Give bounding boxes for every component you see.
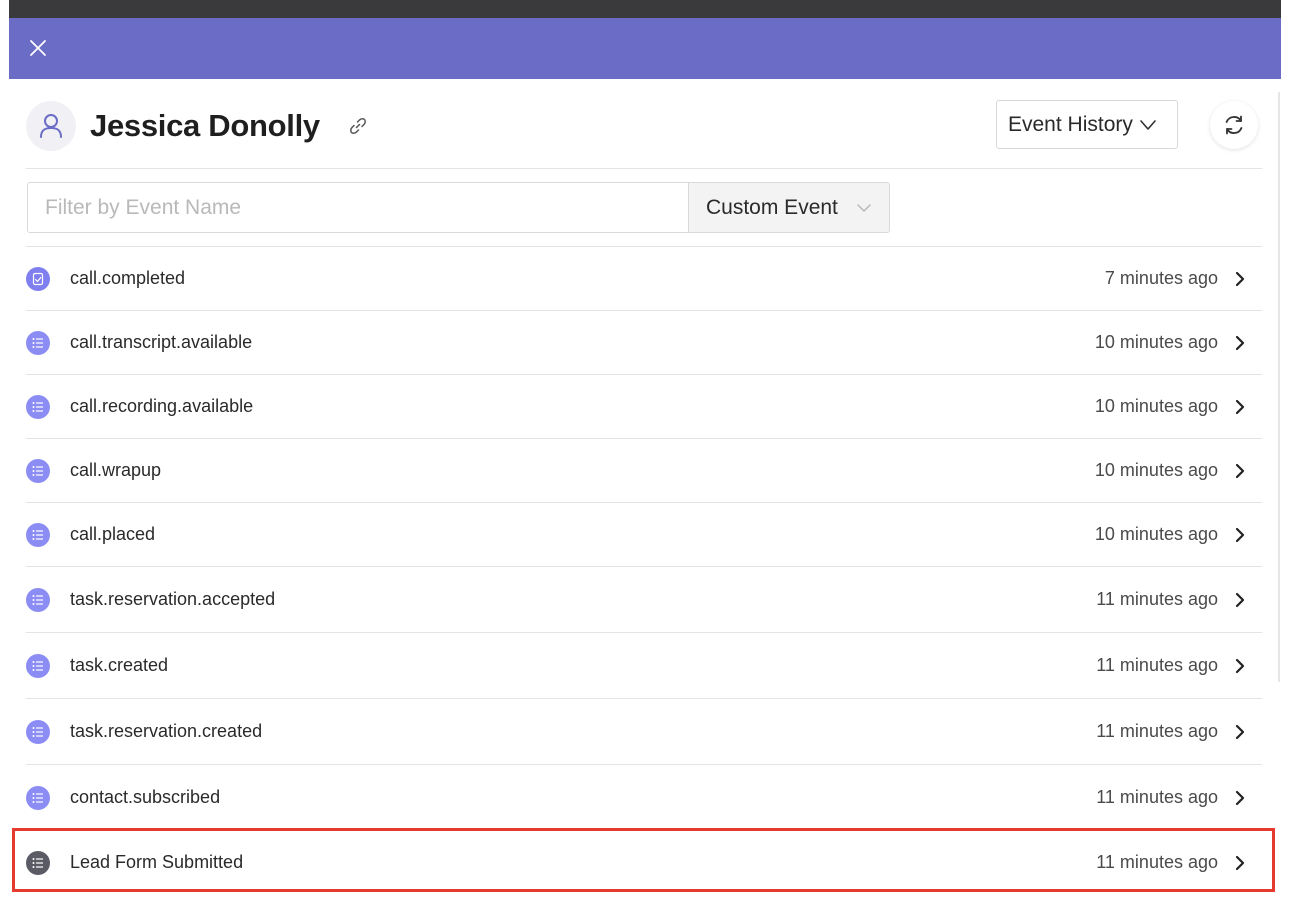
view-selector-dropdown[interactable]: Event History [996,100,1178,149]
event-row[interactable]: task.created 11 minutes ago [26,632,1262,698]
list-icon [26,719,50,744]
event-name: Lead Form Submitted [70,852,244,872]
event-row[interactable]: Lead Form Submitted 11 minutes ago [26,830,1262,894]
close-icon [30,40,46,56]
chevron-right-icon[interactable] [1234,463,1248,479]
event-list: call.completed 7 minutes ago call.transcri… [26,246,1262,894]
event-name: call.recording.available [70,396,254,416]
panel-header-bar [9,18,1281,79]
list-icon [26,785,50,810]
list-icon [26,522,50,547]
list-icon [26,394,50,419]
chevron-down-icon [856,203,872,213]
scrollbar-track[interactable] [1278,92,1280,682]
event-time: 11 minutes ago [1096,589,1218,609]
close-button[interactable] [27,37,49,59]
event-name: call.completed [70,268,186,288]
chevron-right-icon[interactable] [1234,399,1248,415]
event-time: 11 minutes ago [1096,787,1218,807]
event-name: call.wrapup [70,460,162,480]
view-selector-label: Event History [1008,112,1133,136]
contact-profile: Jessica Donolly [26,100,370,152]
chevron-right-icon[interactable] [1234,592,1248,608]
event-row[interactable]: contact.subscribed 11 minutes ago [26,764,1262,830]
list-icon [26,653,50,678]
event-row[interactable]: task.reservation.created 11 minutes ago [26,698,1262,764]
contact-name: Jessica Donolly [90,108,320,143]
link-icon [349,118,366,134]
user-icon [40,114,62,138]
copy-link-button[interactable] [346,114,370,138]
event-name: call.placed [70,524,156,544]
refresh-button[interactable] [1210,101,1258,149]
event-time: 10 minutes ago [1094,396,1218,416]
event-name: task.reservation.created [70,721,263,741]
chevron-right-icon[interactable] [1234,658,1248,674]
event-type-dropdown[interactable]: Custom Event [688,183,889,232]
event-time: 10 minutes ago [1094,524,1218,544]
chevron-right-icon[interactable] [1234,724,1248,740]
event-row[interactable]: call.recording.available 10 minutes ago [26,374,1262,438]
chevron-down-icon [1139,119,1157,131]
event-name: call.transcript.available [70,332,253,352]
event-time: 10 minutes ago [1094,332,1218,352]
event-history-panel: Jessica Donolly Event History Cus [0,0,1290,904]
call-completed-icon [26,266,50,291]
event-time: 11 minutes ago [1096,655,1218,675]
chevron-right-icon[interactable] [1234,527,1248,543]
event-time: 7 minutes ago [1104,268,1218,288]
event-name: task.reservation.accepted [70,589,276,609]
event-row[interactable]: call.wrapup 10 minutes ago [26,438,1262,502]
event-name: task.created [70,655,169,675]
event-type-label: Custom Event [706,195,838,219]
event-row[interactable]: call.completed 7 minutes ago [26,246,1262,310]
list-icon [26,850,50,875]
refresh-icon [1225,115,1243,135]
event-time: 11 minutes ago [1096,721,1218,741]
event-name-filter-input[interactable] [28,183,688,232]
list-icon [26,587,50,612]
event-time: 11 minutes ago [1096,852,1218,872]
event-time: 10 minutes ago [1094,460,1218,480]
chevron-right-icon[interactable] [1234,790,1248,806]
list-icon [26,330,50,355]
header-divider [26,168,1262,169]
event-row[interactable]: call.placed 10 minutes ago [26,502,1262,566]
event-row[interactable]: call.transcript.available 10 minutes ago [26,310,1262,374]
event-row[interactable]: task.reservation.accepted 11 minutes ago [26,566,1262,632]
list-icon [26,458,50,483]
chevron-right-icon[interactable] [1234,271,1248,287]
avatar [26,101,76,151]
chevron-right-icon[interactable] [1234,335,1248,351]
event-name: contact.subscribed [70,787,221,807]
chevron-right-icon[interactable] [1234,855,1248,871]
window-top-strip [9,0,1281,18]
event-filter-bar: Custom Event [27,182,890,233]
